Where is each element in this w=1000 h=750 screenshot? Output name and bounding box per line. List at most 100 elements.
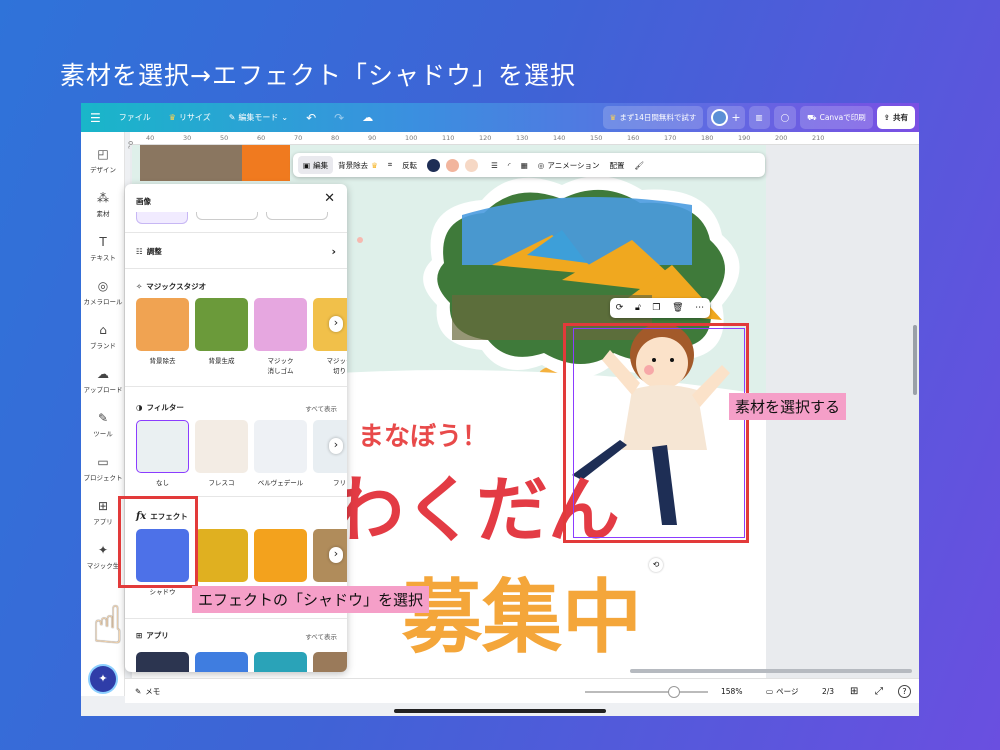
- lock-icon[interactable]: 🔓︎: [635, 303, 641, 313]
- avatar-group[interactable]: +: [707, 106, 745, 129]
- bottom-bar: ✎ メモ 158% ▭ ページ 2/3 ⊞ ⤢ ?: [125, 678, 919, 703]
- sidebar-icon: ✎: [97, 411, 109, 425]
- position-button[interactable]: 配置: [605, 160, 630, 171]
- close-icon[interactable]: ✕: [324, 191, 335, 206]
- magic-studio-label: 背景除去: [149, 357, 176, 365]
- tab-3[interactable]: [266, 212, 328, 220]
- fullscreen-icon[interactable]: ⤢: [875, 686, 883, 697]
- rotate-handle[interactable]: ⟲: [649, 558, 663, 572]
- tab-selected[interactable]: [136, 212, 188, 224]
- panel-title: 画像: [136, 197, 151, 206]
- flip-button[interactable]: 反転: [397, 160, 422, 171]
- comment-button[interactable]: ◯: [773, 106, 797, 129]
- notes-button[interactable]: ✎ メモ: [135, 686, 160, 697]
- filters-show-all[interactable]: すべて表示: [305, 403, 337, 413]
- sidebar-item[interactable]: T テキスト: [81, 235, 125, 262]
- apps-show-all[interactable]: すべて表示: [305, 631, 337, 641]
- magic-studio-thumb[interactable]: [254, 298, 307, 351]
- menu-button[interactable]: ☰: [81, 103, 110, 132]
- pages-button[interactable]: ▭ ページ: [766, 686, 798, 697]
- paint-format-button[interactable]: 🖌︎: [630, 161, 650, 170]
- magic-studio-thumb[interactable]: [136, 298, 189, 351]
- select-shadow-callout: エフェクトの「シャドウ」を選択: [192, 586, 430, 613]
- zoom-value[interactable]: 158%: [721, 687, 742, 696]
- sliders-icon: ☷: [136, 247, 143, 256]
- top-toolbar: ☰ ファイル ♛ リサイズ ✎ 編集モード ⌄ ↶ ↷ ☁ ♛ まず14日間無料で試す …: [81, 103, 919, 132]
- sidebar-item[interactable]: ▭ プロジェクト: [81, 455, 125, 482]
- undo-button[interactable]: ↶: [297, 103, 325, 132]
- ruler-tick-label: 110: [442, 134, 455, 142]
- sidebar-item[interactable]: ◰ デザイン: [81, 147, 125, 174]
- transparency-button[interactable]: ▦: [516, 161, 533, 170]
- ruler-tick-label: 50: [220, 134, 229, 142]
- app-thumb[interactable]: [136, 652, 189, 672]
- color-swatch[interactable]: [427, 158, 441, 172]
- filter-label: フレスコ: [208, 479, 235, 487]
- corner-rounding-button[interactable]: ◜: [503, 161, 516, 170]
- color-swatch[interactable]: [446, 158, 460, 172]
- magic-studio-heading: ✧ マジックスタジオ: [136, 282, 207, 291]
- delete-icon[interactable]: 🗑︎: [672, 303, 683, 313]
- chevron-right-icon[interactable]: ›: [329, 438, 343, 454]
- filter-label: なし: [156, 479, 169, 487]
- chevron-down-icon: ⌄: [281, 113, 289, 122]
- checker-icon: ▦: [520, 160, 528, 170]
- cloud-save-icon[interactable]: ☁: [353, 103, 382, 132]
- help-icon[interactable]: ?: [898, 684, 911, 698]
- magic-assistant-button[interactable]: ✦: [90, 666, 116, 692]
- magic-studio-thumb[interactable]: [195, 298, 248, 351]
- grid-view-icon[interactable]: ⊞: [850, 686, 858, 697]
- sidebar-item[interactable]: ✎ ツール: [81, 411, 125, 438]
- print-button[interactable]: ⛟ Canvaで印刷: [800, 106, 873, 129]
- sidebar-item[interactable]: ☁ アップロード: [81, 367, 125, 394]
- adjust-row[interactable]: ☷ 調整 ›: [136, 245, 336, 258]
- lines-icon: ☰: [491, 160, 498, 170]
- more-icon[interactable]: ⋯: [695, 303, 704, 313]
- insights-button[interactable]: ▥: [748, 106, 770, 129]
- app-thumb[interactable]: [195, 652, 248, 672]
- tab-2[interactable]: [196, 212, 258, 220]
- ruler-tick-label: 190: [738, 134, 751, 142]
- app-thumb[interactable]: [254, 652, 307, 672]
- sidebar-item[interactable]: ⁂ 素材: [81, 191, 125, 218]
- filter-thumb[interactable]: [254, 420, 307, 473]
- page-count[interactable]: 2/3: [822, 687, 834, 696]
- filter-thumb[interactable]: [136, 420, 189, 473]
- crop-button[interactable]: ⌗: [383, 160, 397, 170]
- bg-remove-button[interactable]: 背景除去 ♛: [333, 160, 383, 171]
- effect-thumb[interactable]: [254, 529, 307, 582]
- zoom-slider[interactable]: [585, 686, 708, 698]
- ruler-tick-label: 160: [627, 134, 640, 142]
- ruler-tick-label: 120: [479, 134, 492, 142]
- element-action-bar: ⟳ 🔓︎ ❐ 🗑︎ ⋯: [610, 298, 710, 318]
- image-toolbar: ▣ 編集 背景除去 ♛ ⌗ 反転 ☰ ◜ ▦ ◎ アニメーション 配置 🖌︎: [293, 153, 765, 177]
- sidebar-item[interactable]: ⌂ ブランド: [81, 323, 125, 350]
- tagline-text: ！まなぼう！: [332, 422, 488, 452]
- sidebar-item[interactable]: ◎ カメラロール: [81, 279, 125, 306]
- edit-mode-dropdown[interactable]: ✎ 編集モード ⌄: [220, 103, 297, 132]
- edit-image-button[interactable]: ▣ 編集: [298, 156, 334, 174]
- shadow-highlight-box: [118, 496, 198, 588]
- paint-roller-icon: 🖌︎: [634, 160, 645, 170]
- crop-icon: ⌗: [387, 160, 393, 169]
- share-button[interactable]: ⇪ 共有: [876, 106, 915, 129]
- resize-button[interactable]: ♛ リサイズ: [160, 103, 220, 132]
- effect-thumb[interactable]: [195, 529, 248, 582]
- animation-button[interactable]: ◎ アニメーション: [533, 160, 605, 171]
- chevron-right-icon[interactable]: ›: [329, 547, 343, 563]
- color-swatch[interactable]: [465, 158, 479, 172]
- sidebar-item-label: マジック生: [86, 562, 120, 570]
- trial-button[interactable]: ♛ まず14日間無料で試す: [602, 106, 704, 129]
- redo-button[interactable]: ↷: [325, 103, 353, 132]
- horizontal-scrollbar[interactable]: [630, 669, 912, 673]
- border-style-button[interactable]: ☰: [486, 161, 503, 170]
- sidebar-icon: ▭: [97, 455, 109, 469]
- chevron-right-icon[interactable]: ›: [329, 316, 343, 332]
- app-thumb[interactable]: [313, 652, 347, 672]
- rotate-icon[interactable]: ⟳: [616, 303, 624, 313]
- duplicate-icon[interactable]: ❐: [652, 303, 660, 313]
- file-menu[interactable]: ファイル: [110, 103, 160, 132]
- filter-thumb[interactable]: [195, 420, 248, 473]
- vertical-scrollbar[interactable]: [913, 325, 917, 395]
- zoom-slider-knob[interactable]: [667, 686, 680, 698]
